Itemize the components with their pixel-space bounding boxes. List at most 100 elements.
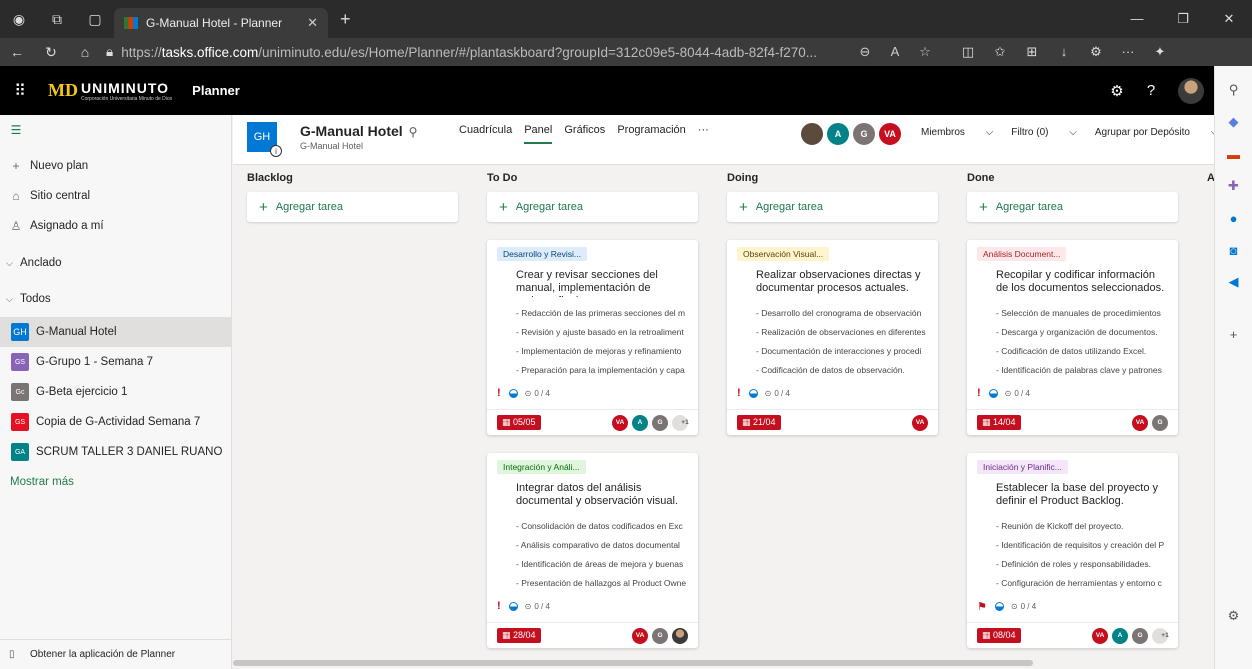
bucket-title[interactable]: Blacklog [247,172,458,192]
send-icon[interactable]: ◀ [1229,266,1239,298]
filter-dropdown[interactable]: Filtro (0) ⌵ [1011,127,1077,138]
assignee-avatars[interactable]: VA G [628,627,688,644]
browser-tab-planner[interactable]: G-Manual Hotel - Planner ✕ [114,8,328,38]
hub-link[interactable]: ⌂ Sitio central [0,181,231,211]
checklist-item[interactable]: - Identificación de áreas de mejora y bu… [516,554,688,573]
group-by-dropdown[interactable]: Agrupar por Depósito ⌵ [1095,127,1214,138]
task-title[interactable]: Recopilar y codificar información de los… [996,269,1168,297]
member-avatar[interactable]: G [852,122,876,146]
outlook-icon[interactable]: ◙ [1230,234,1238,266]
favorite-star-icon[interactable]: ☆ [910,44,940,60]
member-avatar[interactable]: VA [878,122,902,146]
settings-gear-icon[interactable]: ⚙ [1100,82,1134,100]
pin-icon[interactable]: ⚲ [409,125,418,139]
checklist-item[interactable]: - Presentación de hallazgos al Product O… [516,573,688,592]
app-name[interactable]: Planner [192,83,240,98]
task-title[interactable]: Realizar observaciones directas y docume… [756,269,928,297]
assigned-to-me-link[interactable]: ♙ Asignado a mí [0,211,231,241]
view-tab[interactable]: Programación [617,124,685,144]
bucket-title[interactable]: Done [967,172,1178,192]
task-card[interactable]: Observación Visual... Realizar observacio… [727,240,938,435]
horizontal-scrollbar[interactable] [233,660,1214,666]
new-plan-button[interactable]: + Nuevo plan [0,151,231,181]
task-card[interactable]: Desarrollo y Revisi... Crear y revisar se… [487,240,698,435]
assignee-avatar[interactable]: VA [912,414,928,431]
new-tab-icon[interactable]: + [340,9,351,30]
sidebar-plan-item[interactable]: GH G-Manual Hotel [0,317,231,347]
member-avatar[interactable] [800,122,824,146]
member-avatar[interactable]: A [826,122,850,146]
task-title[interactable]: Establecer la base del proyecto y defini… [996,482,1168,510]
workspaces-icon[interactable]: ⧉ [38,0,76,38]
collapse-nav-button[interactable]: ☰ [0,115,231,145]
tab-actions-icon[interactable]: ▢ [76,0,114,38]
home-icon[interactable]: ⌂ [68,44,102,60]
assignee-avatar[interactable]: G [1152,414,1168,431]
members-avatars[interactable]: A G VA [800,122,904,146]
assignee-avatars[interactable]: VA G [1128,414,1168,431]
uniminuto-logo[interactable]: MD UNIMINUTO Corporación Universitaria M… [48,80,172,102]
search-icon[interactable]: ⚲ [1229,74,1239,106]
url-field[interactable]: 🔒︎ https://tasks.office.com/uniminuto.ed… [102,40,842,64]
back-icon[interactable]: ← [0,44,34,60]
sidebar-plan-item[interactable]: GS Copia de G-Actividad Semana 7 [0,407,231,437]
sidebar-plan-item[interactable]: Gc G-Beta ejercicio 1 [0,377,231,407]
read-aloud-icon[interactable]: A [880,44,910,60]
sidebar-plan-item[interactable]: GA SCRUM TALLER 3 DANIEL RUANO [0,437,231,467]
checklist-item[interactable]: - Realización de observaciones en difere… [756,322,928,341]
pinned-section[interactable]: ⌵ Anclado [0,245,231,281]
checklist-item[interactable]: - Análisis comparativo de datos document… [516,535,688,554]
task-title[interactable]: Integrar datos del análisis documental y… [516,482,688,510]
checklist-item[interactable]: - Identificación de requisitos y creació… [996,535,1168,554]
tools-icon[interactable]: ▬ [1227,138,1240,170]
assignee-avatars[interactable]: VA A G +1 [608,414,689,431]
view-tab[interactable]: Cuadrícula [459,124,512,144]
checklist-item[interactable]: - Configuración de herramientas y entorn… [996,573,1168,592]
plan-group-name[interactable]: G-Manual Hotel [300,141,363,151]
sidebar-settings-icon[interactable]: ⚙ [1228,600,1240,632]
all-plans-section[interactable]: ⌵ Todos [0,281,231,317]
task-card[interactable]: Iniciación y Planific... Establecer la ba… [967,453,1178,648]
checklist-item[interactable]: - Reunión de Kickoff del proyecto. [996,516,1168,535]
assignee-avatars[interactable]: VA A G +1 [1088,627,1169,644]
more-assignees-badge[interactable]: +1 [672,414,689,431]
checklist-item[interactable]: - Implementación de mejoras y refinamien… [516,341,688,360]
assignee-avatar[interactable]: A [632,414,648,431]
more-icon[interactable]: ··· [1112,44,1144,60]
assignee-avatar[interactable]: VA [1092,627,1108,644]
bucket-title[interactable]: To Do [487,172,698,192]
info-icon[interactable]: i [270,145,282,157]
checklist-item[interactable]: - Codificación de datos de observación. [756,360,928,379]
plan-badge[interactable]: GH i [247,122,282,157]
bucket-title[interactable]: Doing [727,172,938,192]
checklist-item[interactable]: - Preparación para la implementación y c… [516,360,688,379]
close-tab-icon[interactable]: ✕ [307,15,318,31]
checklist-item[interactable]: - Desarrollo del cronograma de observaci… [756,303,928,322]
get-app-link[interactable]: ▯ Obtener la aplicación de Planner [0,639,231,669]
assignee-avatar[interactable]: G [652,414,668,431]
checklist-item[interactable]: - Identificación de palabras clave y pat… [996,360,1168,379]
show-more-link[interactable]: Mostrar más [0,467,231,497]
checklist-item[interactable]: - Consolidación de datos codificados en … [516,516,688,535]
collections-icon[interactable]: ⊞ [1016,44,1048,60]
restore-icon[interactable]: ❐ [1160,11,1206,27]
checklist-item[interactable]: - Codificación de datos utilizando Excel… [996,341,1168,360]
more-assignees-badge[interactable]: +1 [1152,627,1169,644]
extensions-icon[interactable]: ⚙ [1080,44,1112,60]
assignee-photo-avatar[interactable] [672,627,688,644]
games-icon[interactable]: ✚ [1228,170,1239,202]
favorites-icon[interactable]: ✩ [984,44,1016,60]
checklist-item[interactable]: - Definición de roles y responsabilidade… [996,554,1168,573]
checklist-item[interactable]: - Documentación de interacciones y proce… [756,341,928,360]
assignee-avatar[interactable]: VA [1132,414,1148,431]
profile-icon[interactable]: ◉ [0,0,38,38]
view-tab[interactable]: ··· [698,124,709,144]
view-tab[interactable]: Gráficos [564,124,605,144]
assignee-avatars[interactable]: VA [908,414,928,431]
add-task-button[interactable]: + Agregar tarea [967,192,1178,222]
assignee-avatar[interactable]: A [1112,627,1128,644]
split-screen-icon[interactable]: ◫ [952,44,984,60]
add-task-button[interactable]: + Agregar tarea [487,192,698,222]
app-launcher-icon[interactable]: ⠿ [0,81,40,101]
add-sidebar-icon[interactable]: + [1230,318,1238,350]
